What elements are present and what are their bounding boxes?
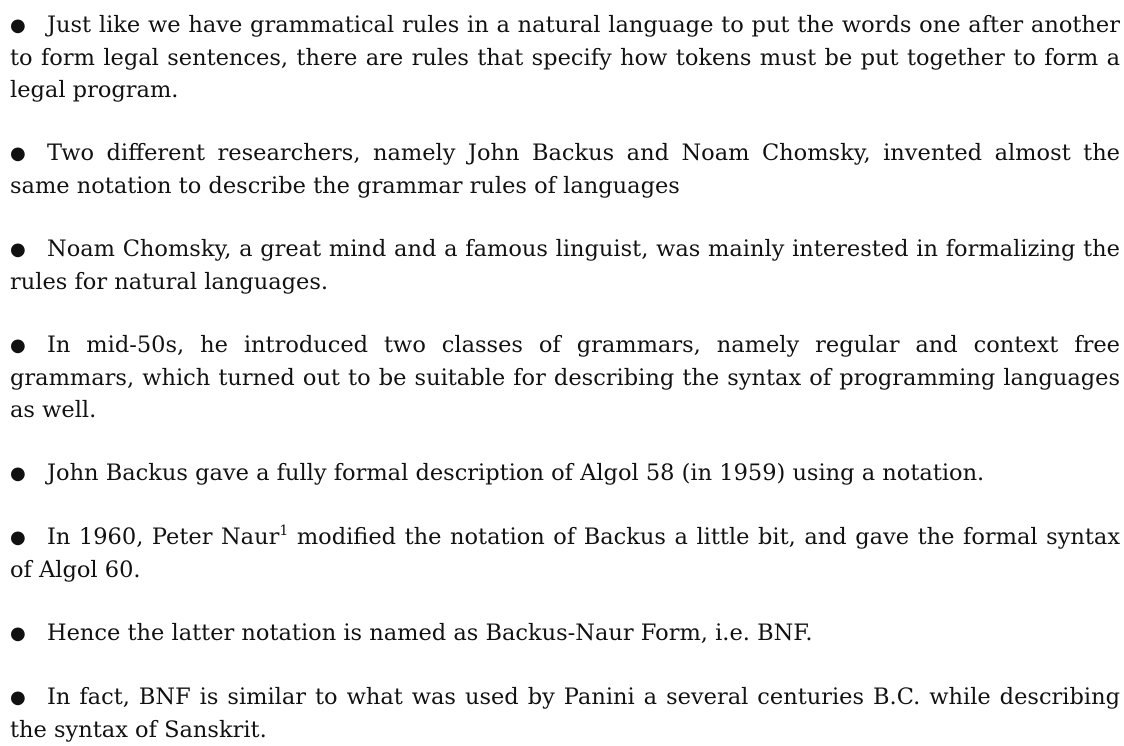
bullet-icon: ● [10, 527, 26, 548]
bullet-icon: ● [10, 15, 26, 36]
list-item-text: Noam Chomsky, a great mind and a famous … [10, 236, 1120, 295]
bullet-icon: ● [10, 143, 26, 164]
bullet-icon: ● [10, 335, 26, 356]
bullet-icon: ● [10, 239, 26, 260]
bullet-list: ● Just like we have grammatical rules in … [10, 9, 1120, 746]
footnote-mark: 1 [279, 523, 289, 539]
bullet-icon: ● [10, 687, 26, 708]
bullet-icon: ● [10, 623, 26, 644]
list-item-text: In mid-50s, he introduced two classes of… [10, 332, 1120, 423]
list-item: ● Hence the latter notation is named as B… [10, 617, 1120, 650]
list-item-text: Two different researchers, namely John B… [10, 140, 1120, 199]
list-item: ● In fact, BNF is similar to what was use… [10, 681, 1120, 746]
list-item-text-before: In 1960, Peter Naur [47, 524, 280, 550]
list-item: ● Two different researchers, namely John … [10, 137, 1120, 202]
list-item-text: In fact, BNF is similar to what was used… [10, 684, 1120, 743]
list-item: ● Noam Chomsky, a great mind and a famous… [10, 233, 1120, 298]
list-item: ● In mid-50s, he introduced two classes o… [10, 329, 1120, 426]
bullet-icon: ● [10, 463, 26, 484]
list-item: ● In 1960, Peter Naur1 modified the notat… [10, 521, 1120, 586]
list-item: ● Just like we have grammatical rules in … [10, 9, 1120, 106]
list-item-text: Hence the latter notation is named as Ba… [47, 620, 813, 646]
list-item-text: John Backus gave a fully formal descript… [47, 460, 985, 486]
list-item: ● John Backus gave a fully formal descrip… [10, 457, 1120, 490]
list-item-text: Just like we have grammatical rules in a… [10, 12, 1120, 103]
